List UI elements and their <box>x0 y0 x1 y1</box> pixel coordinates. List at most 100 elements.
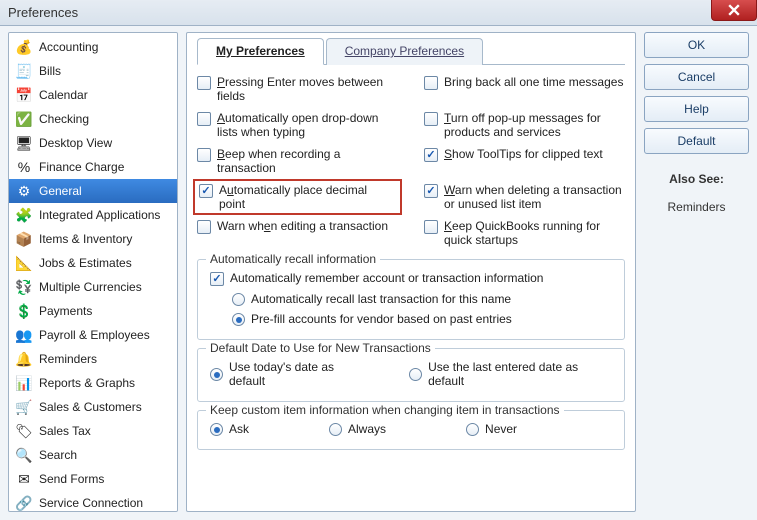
radio-ask[interactable]: Ask <box>210 419 249 439</box>
checkbox-icon <box>210 272 224 286</box>
sidebar-item-label: Accounting <box>39 40 98 54</box>
tab-my-preferences[interactable]: My Preferences <box>197 38 324 65</box>
radio-icon <box>210 423 223 436</box>
sidebar-item-integrated-applications[interactable]: 🧩Integrated Applications <box>9 203 177 227</box>
checkbox-icon <box>424 184 438 198</box>
radio-ask-label: Ask <box>229 422 249 436</box>
sidebar-item-label: Search <box>39 448 77 462</box>
sidebar-item-bills[interactable]: 🧾Bills <box>9 59 177 83</box>
pref-check-warn-when-editing-a-transactio[interactable]: Warn when editing a transaction <box>197 217 398 249</box>
send-forms-icon: ✉ <box>15 470 33 488</box>
radio-last-date[interactable]: Use the last entered date as default <box>409 357 612 391</box>
sidebar-item-label: Integrated Applications <box>39 208 160 222</box>
pref-check-show-tooltips-for-clipped-text[interactable]: Show ToolTips for clipped text <box>424 145 625 177</box>
sidebar[interactable]: 💰 Accounting 🧾Bills📅Calendar✅Checking🖥Desk… <box>8 32 178 512</box>
payments-icon: 💲 <box>15 302 33 320</box>
sidebar-item-accounting[interactable]: 💰 Accounting <box>9 35 177 59</box>
checkbox-label: Pressing Enter moves between fields <box>217 75 398 103</box>
sidebar-item-search[interactable]: 🔍 Search <box>9 443 177 467</box>
sidebar-item-label: Reports & Graphs <box>39 376 135 390</box>
checkbox-icon <box>424 220 438 234</box>
radio-icon <box>466 423 479 436</box>
sidebar-item-label: Items & Inventory <box>39 232 132 246</box>
checkbox-icon <box>424 112 438 126</box>
ok-button[interactable]: OK <box>644 32 749 58</box>
sidebar-item-items-inventory[interactable]: 📦 Items & Inventory <box>9 227 177 251</box>
sidebar-item-label: Calendar <box>39 88 88 102</box>
tabs: My Preferences Company Preferences <box>197 37 625 65</box>
checkbox-icon <box>197 112 211 126</box>
title-bar: Preferences <box>0 0 757 26</box>
sidebar-item-label: Bills <box>39 64 61 78</box>
sidebar-item-payments[interactable]: 💲 Payments <box>9 299 177 323</box>
search-icon: 🔍 <box>15 446 33 464</box>
sidebar-item-sales-customers[interactable]: 🛒 Sales & Customers <box>9 395 177 419</box>
radio-always[interactable]: Always <box>329 419 386 439</box>
radio-recall-last[interactable]: Automatically recall last transaction fo… <box>232 289 612 309</box>
sidebar-item-calendar[interactable]: 📅Calendar <box>9 83 177 107</box>
desktop-view-icon: 🖥 <box>15 134 33 152</box>
pref-check-turn-off-pop-up-messages-for-p[interactable]: Turn off pop-up messages for products an… <box>424 109 625 141</box>
sidebar-item-finance-charge[interactable]: %Finance Charge <box>9 155 177 179</box>
sidebar-item-label: Sales & Customers <box>39 400 142 414</box>
close-button[interactable] <box>711 0 757 21</box>
default-button[interactable]: Default <box>644 128 749 154</box>
radio-never[interactable]: Never <box>466 419 517 439</box>
sidebar-item-reminders[interactable]: 🔔 Reminders <box>9 347 177 371</box>
radio-last-date-label: Use the last entered date as default <box>428 360 612 388</box>
radio-today[interactable]: Use today's date as default <box>210 357 369 391</box>
cancel-button[interactable]: Cancel <box>644 64 749 90</box>
window-title: Preferences <box>8 5 78 20</box>
accounting-icon: 💰 <box>15 38 33 56</box>
sidebar-item-send-forms[interactable]: ✉ Send Forms <box>9 467 177 491</box>
pref-check-automatically-place-decimal-po[interactable]: Automatically place decimal point <box>193 179 402 215</box>
pref-check-pressing-enter-moves-between-f[interactable]: Pressing Enter moves between fields <box>197 73 398 105</box>
group-default-date: Default Date to Use for New Transactions… <box>197 348 625 402</box>
checkbox-icon <box>197 220 211 234</box>
custom-item-options: Ask Always Never <box>210 419 612 439</box>
close-icon <box>728 4 740 16</box>
sidebar-item-payroll-employees[interactable]: 👥Payroll & Employees <box>9 323 177 347</box>
top-checkbox-grid: Pressing Enter moves between fields Bring… <box>197 73 625 249</box>
sidebar-item-label: Payments <box>39 304 92 318</box>
pref-check-bring-back-all-one-time-messag[interactable]: Bring back all one time messages <box>424 73 625 105</box>
remember-account-row[interactable]: Automatically remember account or transa… <box>210 268 612 289</box>
sidebar-item-jobs-estimates[interactable]: 📐Jobs & Estimates <box>9 251 177 275</box>
checkbox-icon <box>424 148 438 162</box>
sidebar-item-checking[interactable]: ✅Checking <box>9 107 177 131</box>
main: My Preferences Company Preferences Press… <box>186 32 749 512</box>
checkbox-icon <box>424 76 438 90</box>
sales-tax-icon: 🏷 <box>15 422 33 440</box>
sidebar-item-label: Reminders <box>39 352 97 366</box>
group-auto-recall-title: Automatically recall information <box>206 252 380 266</box>
group-custom-item: Keep custom item information when changi… <box>197 410 625 450</box>
sidebar-item-service-connection[interactable]: 🔗Service Connection <box>9 491 177 512</box>
sidebar-item-multiple-currencies[interactable]: 💱 Multiple Currencies <box>9 275 177 299</box>
radio-prefill[interactable]: Pre-fill accounts for vendor based on pa… <box>232 309 612 329</box>
pref-check-warn-when-deleting-a-transacti[interactable]: Warn when deleting a transaction or unus… <box>424 181 625 213</box>
payroll-employees-icon: 👥 <box>15 326 33 344</box>
pref-check-keep-quickbooks-running-for-qu[interactable]: Keep QuickBooks running for quick startu… <box>424 217 625 249</box>
tab-company-preferences[interactable]: Company Preferences <box>326 38 483 65</box>
also-see-reminders[interactable]: Reminders <box>644 200 749 214</box>
sidebar-item-sales-tax[interactable]: 🏷Sales Tax <box>9 419 177 443</box>
help-button[interactable]: Help <box>644 96 749 122</box>
radio-never-label: Never <box>485 422 517 436</box>
sidebar-item-label: Multiple Currencies <box>39 280 142 294</box>
sales-customers-icon: 🛒 <box>15 398 33 416</box>
finance-charge-icon: % <box>15 158 33 176</box>
sidebar-item-label: Jobs & Estimates <box>39 256 132 270</box>
center-panel: My Preferences Company Preferences Press… <box>186 32 636 512</box>
checkbox-icon <box>199 184 213 198</box>
also-see-heading: Also See: <box>644 172 749 186</box>
sidebar-item-general[interactable]: ⚙General <box>9 179 177 203</box>
multiple-currencies-icon: 💱 <box>15 278 33 296</box>
reminders-icon: 🔔 <box>15 350 33 368</box>
pref-check-automatically-open-drop-down-l[interactable]: Automatically open drop-down lists when … <box>197 109 398 141</box>
sidebar-item-desktop-view[interactable]: 🖥Desktop View <box>9 131 177 155</box>
items-inventory-icon: 📦 <box>15 230 33 248</box>
pref-check-beep-when-recording-a-transact[interactable]: Beep when recording a transaction <box>197 145 398 177</box>
remember-account-label: Automatically remember account or transa… <box>230 271 543 285</box>
sidebar-item-reports-graphs[interactable]: 📊Reports & Graphs <box>9 371 177 395</box>
sidebar-item-label: Send Forms <box>39 472 104 486</box>
